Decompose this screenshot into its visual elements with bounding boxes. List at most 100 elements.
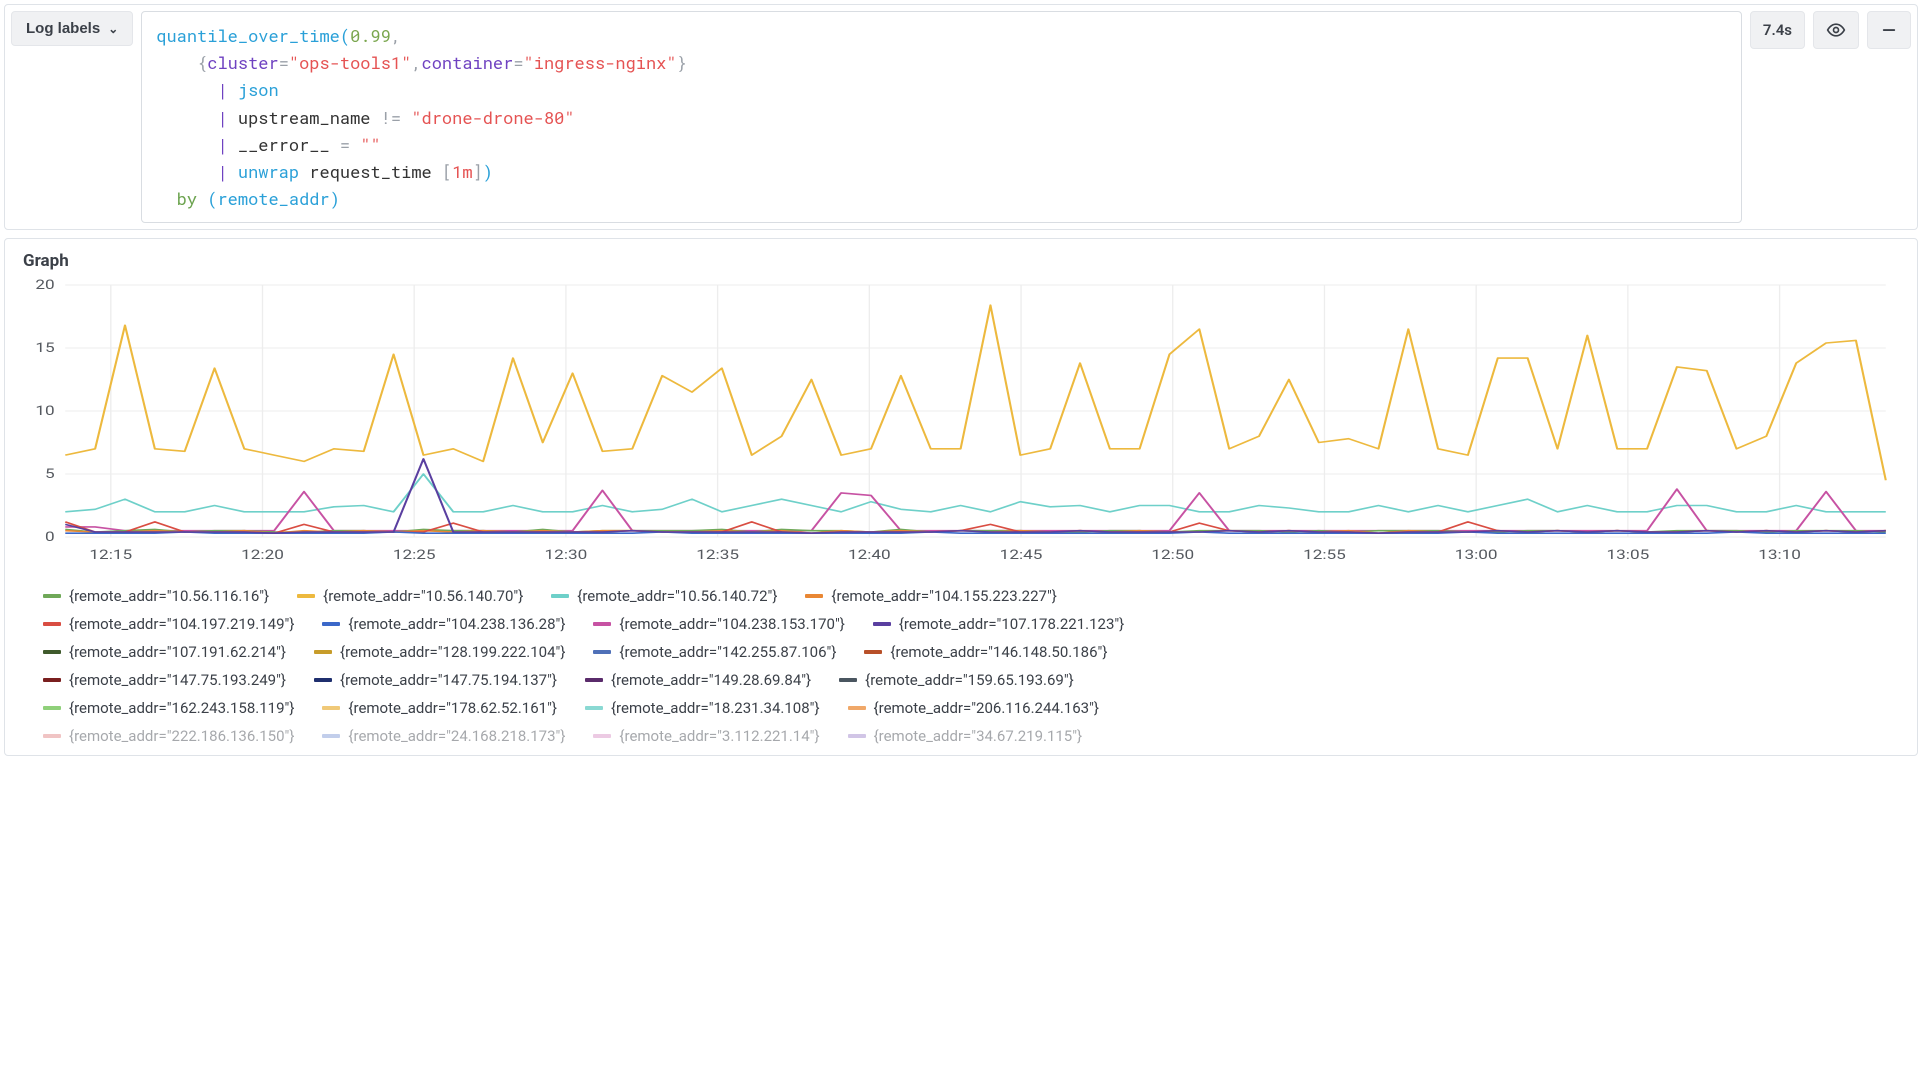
- legend-item[interactable]: {remote_addr="159.65.193.69"}: [839, 671, 1074, 689]
- legend-swatch: [322, 734, 340, 738]
- legend-item[interactable]: {remote_addr="3.112.221.14"}: [593, 727, 819, 745]
- chevron-down-icon: ⌄: [108, 22, 118, 36]
- chart-legend: {remote_addr="10.56.116.16"} {remote_addr…: [23, 587, 1899, 745]
- legend-swatch: [43, 594, 61, 598]
- graph-panel: Graph 0510152012:1512:2012:2512:3012:351…: [4, 238, 1918, 756]
- legend-swatch: [314, 678, 332, 682]
- legend-label: {remote_addr="178.62.52.161"}: [348, 699, 557, 717]
- legend-label: {remote_addr="3.112.221.14"}: [619, 727, 819, 745]
- chart-area[interactable]: 0510152012:1512:2012:2512:3012:3512:4012…: [23, 277, 1899, 567]
- query-input[interactable]: quantile_over_time(0.99, {cluster="ops-t…: [141, 11, 1742, 223]
- legend-item[interactable]: {remote_addr="149.28.69.84"}: [585, 671, 811, 689]
- legend-item[interactable]: {remote_addr="128.199.222.104"}: [314, 643, 565, 661]
- legend-label: {remote_addr="206.116.244.163"}: [874, 699, 1099, 717]
- legend-swatch: [43, 622, 61, 626]
- legend-swatch: [873, 622, 891, 626]
- legend-item[interactable]: {remote_addr="206.116.244.163"}: [848, 699, 1099, 717]
- legend-label: {remote_addr="142.255.87.106"}: [619, 643, 836, 661]
- remove-query-button[interactable]: [1867, 11, 1911, 49]
- svg-text:10: 10: [35, 403, 54, 418]
- legend-label: {remote_addr="104.238.153.170"}: [619, 615, 844, 633]
- legend-swatch: [43, 678, 61, 682]
- legend-row: {remote_addr="104.197.219.149"} {remote_a…: [43, 615, 1899, 633]
- legend-label: {remote_addr="159.65.193.69"}: [865, 671, 1074, 689]
- legend-item[interactable]: {remote_addr="104.238.136.28"}: [322, 615, 565, 633]
- svg-text:12:30: 12:30: [545, 547, 588, 562]
- legend-item[interactable]: {remote_addr="10.56.140.72"}: [551, 587, 777, 605]
- svg-text:12:40: 12:40: [848, 547, 891, 562]
- query-time-text: 7.4s: [1763, 21, 1792, 39]
- legend-label: {remote_addr="162.243.158.119"}: [69, 699, 294, 717]
- legend-label: {remote_addr="10.56.116.16"}: [69, 587, 269, 605]
- svg-text:12:25: 12:25: [393, 547, 436, 562]
- graph-title: Graph: [23, 251, 1899, 271]
- legend-item[interactable]: {remote_addr="10.56.140.70"}: [297, 587, 523, 605]
- legend-swatch: [585, 678, 603, 682]
- legend-item[interactable]: {remote_addr="162.243.158.119"}: [43, 699, 294, 717]
- legend-label: {remote_addr="147.75.194.137"}: [340, 671, 557, 689]
- svg-text:20: 20: [35, 277, 54, 292]
- legend-label: {remote_addr="104.197.219.149"}: [69, 615, 294, 633]
- legend-label: {remote_addr="222.186.136.150"}: [69, 727, 294, 745]
- svg-text:13:00: 13:00: [1455, 547, 1498, 562]
- legend-swatch: [593, 650, 611, 654]
- legend-swatch: [551, 594, 569, 598]
- legend-item[interactable]: {remote_addr="222.186.136.150"}: [43, 727, 294, 745]
- legend-item[interactable]: {remote_addr="147.75.193.249"}: [43, 671, 286, 689]
- legend-row: {remote_addr="10.56.116.16"} {remote_addr…: [43, 587, 1899, 605]
- legend-label: {remote_addr="147.75.193.249"}: [69, 671, 286, 689]
- legend-swatch: [43, 706, 61, 710]
- legend-label: {remote_addr="10.56.140.70"}: [323, 587, 523, 605]
- legend-swatch: [314, 650, 332, 654]
- minus-icon: [1880, 21, 1898, 39]
- svg-text:0: 0: [45, 529, 55, 544]
- svg-text:12:20: 12:20: [241, 547, 284, 562]
- legend-label: {remote_addr="149.28.69.84"}: [611, 671, 811, 689]
- legend-swatch: [848, 706, 866, 710]
- legend-row: {remote_addr="222.186.136.150"} {remote_a…: [43, 727, 1899, 745]
- svg-text:12:50: 12:50: [1151, 547, 1194, 562]
- legend-item[interactable]: {remote_addr="147.75.194.137"}: [314, 671, 557, 689]
- legend-label: {remote_addr="146.148.50.186"}: [890, 643, 1107, 661]
- eye-icon: [1826, 20, 1846, 40]
- legend-item[interactable]: {remote_addr="142.255.87.106"}: [593, 643, 836, 661]
- legend-item[interactable]: {remote_addr="178.62.52.161"}: [322, 699, 557, 717]
- toggle-visibility-button[interactable]: [1813, 11, 1859, 49]
- svg-text:12:55: 12:55: [1303, 547, 1346, 562]
- legend-swatch: [864, 650, 882, 654]
- legend-swatch: [805, 594, 823, 598]
- legend-swatch: [297, 594, 315, 598]
- query-actions: 7.4s: [1750, 11, 1911, 49]
- log-labels-button[interactable]: Log labels ⌄: [11, 11, 133, 46]
- legend-swatch: [322, 622, 340, 626]
- svg-text:13:05: 13:05: [1607, 547, 1650, 562]
- legend-swatch: [585, 706, 603, 710]
- query-time-badge: 7.4s: [1750, 11, 1805, 49]
- legend-item[interactable]: {remote_addr="107.178.221.123"}: [873, 615, 1124, 633]
- svg-text:12:15: 12:15: [89, 547, 132, 562]
- legend-item[interactable]: {remote_addr="104.238.153.170"}: [593, 615, 844, 633]
- legend-item[interactable]: {remote_addr="146.148.50.186"}: [864, 643, 1107, 661]
- legend-item[interactable]: {remote_addr="104.197.219.149"}: [43, 615, 294, 633]
- svg-text:5: 5: [45, 466, 55, 481]
- legend-label: {remote_addr="128.199.222.104"}: [340, 643, 565, 661]
- legend-row: {remote_addr="147.75.193.249"} {remote_ad…: [43, 671, 1899, 689]
- legend-item[interactable]: {remote_addr="107.191.62.214"}: [43, 643, 286, 661]
- svg-text:12:45: 12:45: [1000, 547, 1043, 562]
- svg-text:12:35: 12:35: [696, 547, 739, 562]
- legend-row: {remote_addr="162.243.158.119"} {remote_a…: [43, 699, 1899, 717]
- legend-item[interactable]: {remote_addr="10.56.116.16"}: [43, 587, 269, 605]
- chart-svg: 0510152012:1512:2012:2512:3012:3512:4012…: [23, 277, 1899, 567]
- legend-label: {remote_addr="10.56.140.72"}: [577, 587, 777, 605]
- legend-label: {remote_addr="24.168.218.173"}: [348, 727, 565, 745]
- legend-swatch: [593, 622, 611, 626]
- legend-swatch: [848, 734, 866, 738]
- legend-swatch: [839, 678, 857, 682]
- legend-item[interactable]: {remote_addr="34.67.219.115"}: [848, 727, 1083, 745]
- legend-item[interactable]: {remote_addr="24.168.218.173"}: [322, 727, 565, 745]
- legend-swatch: [43, 650, 61, 654]
- legend-item[interactable]: {remote_addr="104.155.223.227"}: [805, 587, 1056, 605]
- legend-item[interactable]: {remote_addr="18.231.34.108"}: [585, 699, 820, 717]
- legend-swatch: [322, 706, 340, 710]
- log-labels-text: Log labels: [26, 20, 100, 37]
